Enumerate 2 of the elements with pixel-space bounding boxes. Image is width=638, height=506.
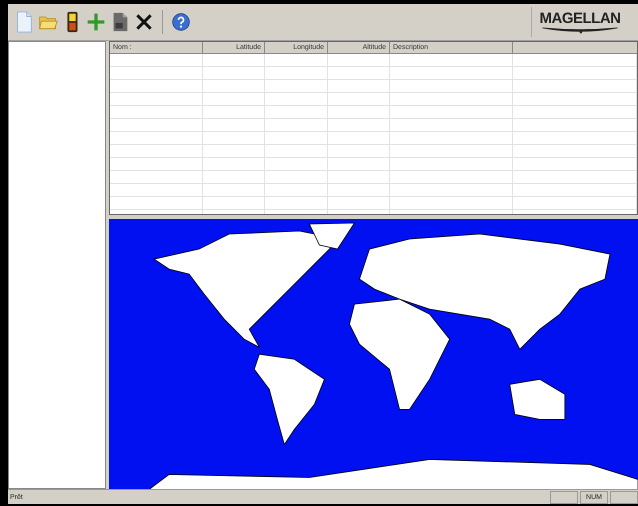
logo-text: MAGELLAN	[540, 10, 620, 26]
help-icon[interactable]	[171, 11, 191, 33]
